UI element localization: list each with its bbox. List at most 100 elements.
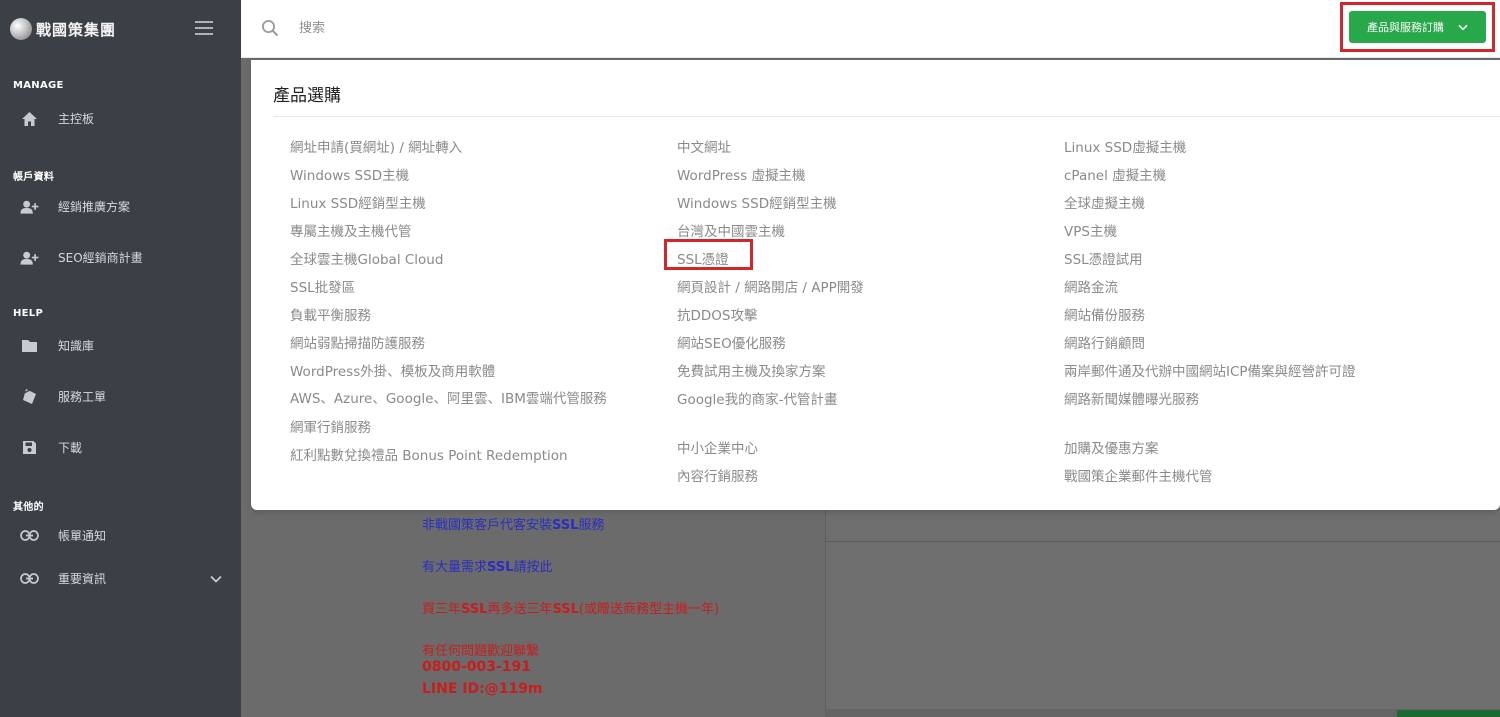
dropdown-column-1: 網址申請(買網址) / 網址轉入 Windows SSD主機 Linux SSD…: [290, 134, 620, 470]
dropdown-item[interactable]: 網站備份服務: [1064, 302, 1484, 330]
ticket-icon: [20, 387, 39, 406]
install-ssl-link[interactable]: 非戰國策客戶代客安裝SSL服務: [422, 514, 604, 533]
dropdown-column-3: Linux SSD虛擬主機 cPanel 虛擬主機 全球虛擬主機 VPS主機 S…: [1064, 134, 1484, 491]
sidebar-item-billing-notice[interactable]: 帳單通知: [20, 526, 220, 545]
dropdown-item[interactable]: VPS主機: [1064, 218, 1484, 246]
sidebar: 戰國策集團 MANAGE 主控板 帳戶資料 經銷推廣方案 SEO經銷商計畫 HE…: [0, 0, 241, 717]
link-icon: [20, 569, 39, 588]
sidebar-item-seo-reseller[interactable]: SEO經銷商計畫: [20, 248, 220, 267]
text-segment: 有大量需求: [422, 560, 488, 575]
text-segment: 請按此: [513, 560, 553, 575]
dropdown-item[interactable]: SSL批發區: [290, 274, 620, 302]
section-title-manage: MANAGE: [13, 80, 64, 91]
text-segment: 買三年: [422, 602, 462, 617]
text-segment: 非戰國策客戶代客安裝: [422, 518, 553, 533]
dropdown-item[interactable]: 負載平衡服務: [290, 302, 620, 330]
dropdown-item[interactable]: Windows SSD主機: [290, 162, 620, 190]
dropdown-item[interactable]: 免費試用主機及換家方案: [677, 358, 1007, 386]
order-button-highlight: 產品與服務訂購: [1340, 2, 1495, 52]
user-add-icon: [20, 248, 39, 267]
products-dropdown: 產品選購 網址申請(買網址) / 網址轉入 Windows SSD主機 Linu…: [251, 60, 1500, 510]
dropdown-item[interactable]: 網路行銷顧問: [1064, 330, 1484, 358]
text-segment: SSL: [461, 602, 488, 617]
dropdown-item[interactable]: 網軍行銷服務: [290, 414, 620, 442]
section-title-others: 其他的: [13, 502, 44, 513]
text-segment: SSL: [552, 602, 579, 617]
search-input[interactable]: [299, 16, 699, 40]
dropdown-item[interactable]: 中文網址: [677, 134, 1007, 162]
dropdown-item[interactable]: Linux SSD經銷型主機: [290, 190, 620, 218]
line-id: LINE ID:@119m: [422, 681, 543, 697]
section-title-help: HELP: [13, 308, 44, 319]
dropdown-item[interactable]: 網站SEO優化服務: [677, 330, 1007, 358]
dropdown-item[interactable]: SSL憑證試用: [1064, 246, 1484, 274]
sidebar-item-label: 經銷推廣方案: [58, 200, 131, 214]
chevron-down-icon: [210, 572, 222, 586]
sidebar-item-label: 主控板: [58, 112, 95, 126]
sidebar-item-label: 知識庫: [58, 339, 95, 353]
dropdown-item[interactable]: 網路金流: [1064, 274, 1484, 302]
ssl-promo-text: 買三年SSL再多送三年SSL(或贈送商務型主機一年): [422, 598, 719, 617]
logo-globe-icon: [10, 18, 32, 40]
text-segment: (或贈送商務型主機一年): [578, 602, 720, 617]
dropdown-item[interactable]: 戰國策企業郵件主機代管: [1064, 463, 1484, 491]
sidebar-item-tickets[interactable]: 服務工單: [20, 387, 220, 406]
dropdown-item[interactable]: 中小企業中心: [677, 435, 1007, 463]
dropdown-item[interactable]: 網頁設計 / 網路開店 / APP開發: [677, 274, 1007, 302]
dropdown-item[interactable]: 兩岸郵件通及代辦中國網站ICP備案與經營許可證: [1064, 358, 1484, 386]
logo[interactable]: 戰國策集團: [10, 18, 116, 40]
text-segment: SSL: [487, 560, 514, 575]
sidebar-item-label: 服務工單: [58, 390, 107, 404]
search-icon: [261, 19, 279, 41]
dropdown-item[interactable]: 內容行銷服務: [677, 463, 1007, 491]
dropdown-item[interactable]: WordPress 虛擬主機: [677, 162, 1007, 190]
sidebar-item-knowledgebase[interactable]: 知識庫: [20, 336, 220, 355]
sidebar-item-important-info[interactable]: 重要資訊: [20, 569, 222, 588]
text-segment: SSL: [552, 518, 579, 533]
menu-toggle-icon[interactable]: [195, 21, 213, 35]
text-segment: 服務: [578, 518, 605, 533]
sidebar-item-downloads[interactable]: 下載: [20, 438, 220, 457]
dropdown-item[interactable]: AWS、Azure、Google、阿里雲、IBM雲端代管服務: [290, 386, 620, 414]
dropdown-item[interactable]: 網址申請(買網址) / 網址轉入: [290, 134, 620, 162]
dropdown-item[interactable]: 網站弱點掃描防護服務: [290, 330, 620, 358]
sidebar-item-label: 重要資訊: [58, 572, 107, 586]
dropdown-item[interactable]: cPanel 虛擬主機: [1064, 162, 1484, 190]
sidebar-item-label: 下載: [58, 441, 83, 455]
link-icon: [20, 526, 39, 545]
dropdown-item[interactable]: Windows SSD經銷型主機: [677, 190, 1007, 218]
sidebar-item-label: 帳單通知: [58, 529, 107, 543]
contact-text: 有任何問題歡迎聯繫: [422, 644, 540, 659]
dropdown-column-2: 中文網址 WordPress 虛擬主機 Windows SSD經銷型主機 台灣及…: [677, 134, 1007, 491]
dropdown-item[interactable]: WordPress外掛、模板及商用軟體: [290, 358, 620, 386]
user-add-icon: [20, 197, 39, 216]
dropdown-item[interactable]: 網路新聞媒體曝光服務: [1064, 386, 1484, 435]
sidebar-item-reseller-promo[interactable]: 經銷推廣方案: [20, 197, 220, 216]
dropdown-item[interactable]: 全球虛擬主機: [1064, 190, 1484, 218]
logo-text: 戰國策集團: [36, 20, 117, 39]
chevron-down-icon: [1458, 21, 1468, 34]
dropdown-item[interactable]: 全球雲主機Global Cloud: [290, 246, 620, 274]
topbar: 產品與服務訂購: [241, 0, 1500, 58]
divider: [273, 116, 1500, 117]
text-segment: 再多送三年: [487, 602, 553, 617]
divider: [825, 541, 1500, 542]
dropdown-item[interactable]: 加購及優惠方案: [1064, 435, 1484, 463]
order-button-label: 產品與服務訂購: [1367, 21, 1444, 34]
dropdown-item[interactable]: Linux SSD虛擬主機: [1064, 134, 1484, 162]
section-title-account: 帳戶資料: [13, 172, 55, 183]
dropdown-item[interactable]: 紅利點數兌換禮品 Bonus Point Redemption: [290, 442, 620, 470]
ssl-item-highlight: [664, 239, 753, 270]
folder-icon: [20, 336, 39, 355]
sidebar-item-dashboard[interactable]: 主控板: [20, 109, 220, 128]
save-icon: [20, 438, 39, 457]
dropdown-item[interactable]: 專屬主機及主機代管: [290, 218, 620, 246]
bulk-ssl-link[interactable]: 有大量需求SSL請按此: [422, 556, 552, 575]
order-products-button[interactable]: 產品與服務訂購: [1349, 11, 1486, 43]
dropdown-item[interactable]: 抗DDOS攻擊: [677, 302, 1007, 330]
home-icon: [20, 109, 39, 128]
dropdown-title: 產品選購: [273, 86, 341, 106]
dropdown-item[interactable]: Google我的商家-代管計畫: [677, 386, 1007, 435]
phone-number: 0800-003-191: [422, 659, 532, 675]
sidebar-item-label: SEO經銷商計畫: [58, 251, 143, 265]
